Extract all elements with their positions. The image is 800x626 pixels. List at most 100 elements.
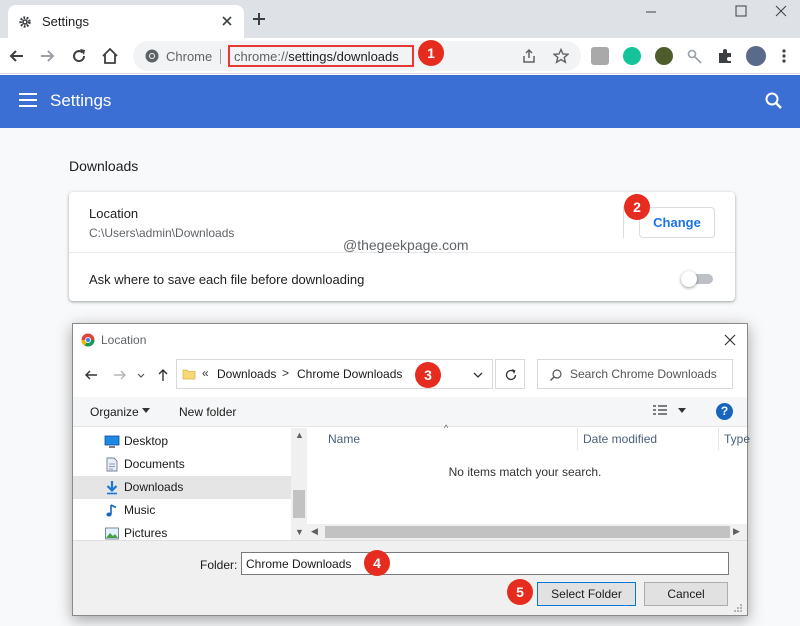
- address-bar[interactable]: « Downloads > Chrome Downloads: [176, 359, 493, 389]
- folder-label: Folder:: [200, 558, 238, 572]
- command-bar: Organize New folder ?: [73, 397, 747, 427]
- extensions-puzzle-icon[interactable]: [716, 47, 734, 65]
- downloads-icon: [106, 481, 118, 495]
- desktop-icon: [104, 435, 120, 448]
- annotation-badge-2: 2: [624, 194, 650, 220]
- cancel-button[interactable]: Cancel: [644, 582, 728, 606]
- breadcrumb-downloads[interactable]: Downloads: [217, 367, 276, 381]
- omnibox[interactable]: Chrome chrome://settings/downloads: [133, 41, 581, 71]
- pictures-icon: [105, 527, 119, 540]
- browser-toolbar: Chrome chrome://settings/downloads 1: [0, 38, 800, 74]
- omnibox-separator: [220, 49, 221, 64]
- omnibox-site-label: Chrome: [166, 49, 213, 64]
- location-path: C:\Users\admin\Downloads: [89, 226, 235, 240]
- dialog-close-icon[interactable]: [723, 333, 737, 347]
- column-divider[interactable]: [577, 428, 578, 450]
- change-button[interactable]: Change: [639, 207, 715, 238]
- column-divider[interactable]: [718, 428, 719, 450]
- resize-grip-icon[interactable]: [733, 603, 743, 613]
- column-name[interactable]: Name: [328, 428, 360, 450]
- nav-item-music[interactable]: Music: [73, 499, 291, 522]
- chrome-logo-icon: [145, 49, 159, 63]
- dialog-search-box: [537, 359, 733, 389]
- gear-icon: [19, 15, 31, 28]
- nav-item-label: Desktop: [124, 434, 169, 448]
- toggle-knob: [681, 271, 697, 287]
- forward-icon[interactable]: [38, 47, 56, 65]
- chevron-down-icon[interactable]: [142, 408, 150, 414]
- annotation-badge-4: 4: [364, 550, 390, 576]
- key-extension-icon[interactable]: [686, 47, 704, 65]
- dialog-back-icon[interactable]: [83, 367, 99, 383]
- share-icon[interactable]: [521, 48, 537, 64]
- breadcrumb-overflow[interactable]: «: [202, 366, 209, 380]
- tab-title: Settings: [42, 14, 89, 29]
- nav-item-desktop[interactable]: Desktop: [73, 430, 291, 453]
- select-folder-button[interactable]: Select Folder: [537, 582, 636, 606]
- column-type[interactable]: Type: [724, 428, 750, 450]
- url-path: settings/downloads: [288, 49, 399, 64]
- breadcrumb-chrome-downloads[interactable]: Chrome Downloads: [297, 367, 402, 381]
- dialog-title: Location: [101, 333, 147, 347]
- extension-leaf-icon[interactable]: [655, 47, 673, 65]
- recent-locations-icon[interactable]: [136, 367, 146, 383]
- nav-item-label: Music: [124, 503, 156, 517]
- nav-scrollbar[interactable]: ▲ ▼: [291, 428, 307, 540]
- ask-where-toggle[interactable]: [681, 271, 713, 287]
- tab-settings[interactable]: Settings: [8, 5, 244, 38]
- url-text[interactable]: chrome://settings/downloads: [234, 49, 399, 64]
- back-icon[interactable]: [8, 47, 26, 65]
- pdf-extension-icon[interactable]: [591, 47, 609, 65]
- maximize-icon[interactable]: [726, 2, 756, 20]
- dialog-titlebar: Location: [73, 324, 747, 356]
- tab-strip: Settings: [0, 0, 800, 38]
- close-tab-icon[interactable]: [220, 14, 234, 28]
- organize-menu[interactable]: Organize: [90, 405, 139, 419]
- scroll-left-arrow[interactable]: ◀: [311, 526, 318, 537]
- view-options-icon[interactable]: [653, 405, 667, 417]
- up-folder-icon[interactable]: [155, 367, 171, 383]
- nav-item-downloads[interactable]: Downloads: [73, 476, 291, 499]
- refresh-button[interactable]: [495, 359, 525, 389]
- horizontal-scroll-thumb[interactable]: [325, 526, 730, 538]
- url-highlight-box: chrome://settings/downloads: [228, 45, 414, 67]
- folder-icon: [182, 369, 196, 380]
- hamburger-menu-icon[interactable]: [19, 93, 37, 107]
- bookmark-star-icon[interactable]: [553, 48, 569, 64]
- nav-scroll-thumb[interactable]: [293, 490, 305, 518]
- grammarly-extension-icon[interactable]: [623, 47, 641, 65]
- breadcrumb-separator[interactable]: >: [282, 366, 289, 380]
- search-input[interactable]: [570, 365, 730, 383]
- search-icon[interactable]: [764, 91, 784, 111]
- minimize-icon[interactable]: [636, 2, 666, 20]
- help-icon[interactable]: ?: [716, 403, 733, 420]
- file-list-pane: ^ Name Date modified Type No items match…: [307, 423, 750, 540]
- new-folder-button[interactable]: New folder: [179, 405, 236, 419]
- search-icon: [550, 369, 562, 381]
- scroll-down-arrow[interactable]: ▼: [295, 527, 304, 537]
- new-tab-icon[interactable]: [250, 10, 268, 28]
- chevron-down-icon[interactable]: [678, 408, 686, 414]
- settings-title: Settings: [50, 91, 112, 110]
- annotation-badge-3: 3: [415, 362, 441, 388]
- scroll-right-arrow[interactable]: ▶: [733, 526, 740, 537]
- dialog-footer: Folder: 4 5 Select Folder Cancel: [73, 540, 747, 615]
- chrome-app-icon: [81, 333, 95, 347]
- profile-avatar[interactable]: [746, 46, 766, 66]
- folder-name-input[interactable]: [241, 552, 729, 575]
- downloads-section-title: Downloads: [69, 158, 139, 174]
- reload-icon[interactable]: [70, 47, 88, 65]
- refresh-icon: [505, 369, 517, 381]
- address-dropdown-icon[interactable]: [471, 368, 485, 382]
- scroll-up-arrow[interactable]: ▲: [295, 430, 304, 440]
- location-label: Location: [89, 206, 139, 221]
- settings-header: Settings: [0, 75, 800, 128]
- home-icon[interactable]: [101, 47, 119, 65]
- column-date-modified[interactable]: Date modified: [583, 428, 657, 450]
- dialog-forward-icon[interactable]: [112, 367, 128, 383]
- nav-item-documents[interactable]: Documents: [73, 453, 291, 476]
- more-menu-icon[interactable]: [775, 47, 793, 65]
- horizontal-scrollbar[interactable]: ◀ ▶: [307, 524, 747, 540]
- ask-where-label: Ask where to save each file before downl…: [89, 272, 365, 287]
- close-window-icon[interactable]: [766, 2, 796, 20]
